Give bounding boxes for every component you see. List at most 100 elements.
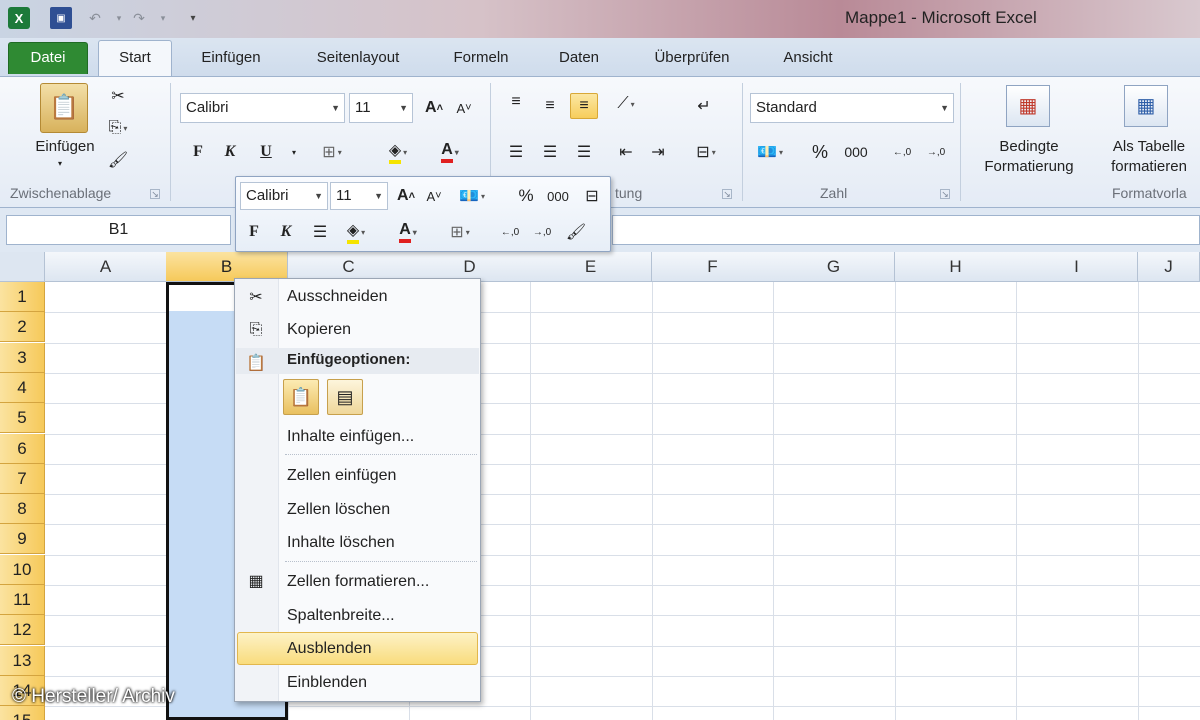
column-header-h[interactable]: H bbox=[895, 252, 1017, 282]
row-header-8[interactable]: 8 bbox=[0, 494, 45, 525]
format-as-table-label-1[interactable]: Als Tabelle bbox=[1094, 137, 1200, 157]
column-header-f[interactable]: F bbox=[652, 252, 774, 282]
alignment-launcher-icon[interactable]: ↘ bbox=[722, 189, 732, 199]
clipboard-launcher-icon[interactable]: ↘ bbox=[150, 189, 160, 199]
menu-item-paste-special[interactable]: Inhalte einfügen... bbox=[287, 427, 414, 447]
format-painter-icon[interactable]: 🖌 bbox=[104, 147, 132, 173]
cut-icon[interactable]: ✂ bbox=[104, 83, 132, 109]
mini-borders-icon[interactable]: ⊞ ▾ bbox=[446, 219, 474, 245]
underline-dropdown-icon[interactable]: ▾ bbox=[280, 139, 308, 165]
decrease-indent-icon[interactable]: ⇤ bbox=[612, 139, 640, 165]
select-all-corner[interactable] bbox=[0, 252, 45, 282]
font-family-combo[interactable]: Calibri ▼ bbox=[180, 93, 345, 123]
bold-button[interactable]: F bbox=[184, 139, 212, 165]
format-as-table-label-2[interactable]: formatieren bbox=[1094, 157, 1200, 177]
align-center-icon[interactable]: ☰ bbox=[536, 139, 564, 165]
tab-ueberpruefen[interactable]: Überprüfen bbox=[634, 46, 750, 76]
conditional-formatting-label-2[interactable]: Formatierung bbox=[968, 157, 1090, 177]
align-middle-icon[interactable]: ≡ bbox=[536, 93, 564, 119]
mini-font-size-combo[interactable]: 11 ▼ bbox=[330, 182, 388, 210]
tab-einfuegen[interactable]: Einfügen bbox=[186, 46, 276, 76]
column-header-a[interactable]: A bbox=[45, 252, 167, 282]
conditional-formatting-icon[interactable]: ▦ bbox=[1006, 85, 1050, 127]
tab-ansicht[interactable]: Ansicht bbox=[768, 46, 848, 76]
mini-increase-decimal-icon[interactable]: ←,0 bbox=[496, 219, 524, 245]
tab-formeln[interactable]: Formeln bbox=[438, 46, 524, 76]
undo-dropdown-icon[interactable]: ▾ bbox=[108, 7, 130, 29]
menu-item-hide[interactable]: Ausblenden bbox=[287, 639, 372, 659]
row-header-10[interactable]: 10 bbox=[0, 554, 45, 585]
menu-item-copy[interactable]: Kopieren bbox=[287, 320, 351, 340]
mini-font-family-combo[interactable]: Calibri ▼ bbox=[240, 182, 328, 210]
copy-icon[interactable]: ⎘ ▾ bbox=[104, 115, 132, 141]
mini-grow-font-icon[interactable]: A ˄ bbox=[392, 183, 420, 209]
row-header-2[interactable]: 2 bbox=[0, 312, 45, 343]
menu-item-cut[interactable]: Ausschneiden bbox=[287, 287, 388, 307]
orientation-icon[interactable]: ⟋ ▾ bbox=[612, 91, 640, 117]
row-header-4[interactable]: 4 bbox=[0, 372, 45, 403]
align-bottom-icon[interactable]: ≡ bbox=[570, 93, 598, 119]
mini-font-color-icon[interactable]: A ▾ bbox=[394, 219, 422, 245]
mini-format-painter-icon[interactable]: 🖌 bbox=[562, 219, 590, 245]
column-header-e[interactable]: E bbox=[530, 252, 652, 282]
mini-merge-icon[interactable]: ⊟ bbox=[578, 183, 606, 209]
row-header-5[interactable]: 5 bbox=[0, 403, 45, 434]
mini-thousands-button[interactable]: 000 bbox=[542, 183, 574, 209]
mini-center-icon[interactable]: ☰ bbox=[306, 219, 334, 245]
currency-icon[interactable]: 💶 ▾ bbox=[756, 139, 784, 165]
number-format-combo[interactable]: Standard ▼ bbox=[750, 93, 954, 123]
thousands-button[interactable]: 000 bbox=[840, 139, 872, 165]
shrink-font-icon[interactable]: A ˅ bbox=[450, 95, 478, 121]
grow-font-icon[interactable]: A ˄ bbox=[420, 95, 448, 121]
row-header-12[interactable]: 12 bbox=[0, 615, 45, 646]
paste-keep-format-icon[interactable]: 📋 bbox=[283, 379, 319, 415]
conditional-formatting-label-1[interactable]: Bedingte bbox=[968, 137, 1090, 157]
excel-logo-icon[interactable]: X bbox=[8, 7, 30, 29]
column-header-i[interactable]: I bbox=[1016, 252, 1138, 282]
mini-fill-color-icon[interactable]: ◈ ▾ bbox=[342, 219, 370, 245]
align-top-icon[interactable]: ≡ bbox=[502, 89, 530, 115]
format-as-table-icon[interactable]: ▦ bbox=[1124, 85, 1168, 127]
fill-color-icon[interactable]: ◈ ▾ bbox=[384, 139, 412, 165]
paste-values-icon[interactable]: ▤ bbox=[327, 379, 363, 415]
undo-icon[interactable]: ↶ bbox=[84, 7, 106, 29]
menu-item-format-cells[interactable]: Zellen formatieren... bbox=[287, 572, 429, 592]
name-box[interactable]: B1 bbox=[6, 215, 231, 245]
column-header-g[interactable]: G bbox=[773, 252, 895, 282]
paste-icon[interactable]: 📋 bbox=[40, 83, 88, 133]
row-header-7[interactable]: 7 bbox=[0, 463, 45, 494]
font-color-icon[interactable]: A ▾ bbox=[436, 139, 464, 165]
mini-percent-button[interactable]: % bbox=[512, 183, 540, 209]
increase-decimal-icon[interactable]: ←,0 bbox=[888, 139, 916, 165]
mini-bold-button[interactable]: F bbox=[240, 219, 268, 245]
decrease-decimal-icon[interactable]: →,0 bbox=[922, 139, 950, 165]
row-header-6[interactable]: 6 bbox=[0, 433, 45, 464]
row-header-11[interactable]: 11 bbox=[0, 585, 45, 615]
mini-italic-button[interactable]: K bbox=[272, 219, 300, 245]
number-launcher-icon[interactable]: ↘ bbox=[940, 189, 950, 199]
paste-button-label[interactable]: Einfügen bbox=[20, 137, 110, 157]
worksheet-grid[interactable]: ABCDEFGHIJ 123456789101112131415 bbox=[0, 252, 1200, 720]
merge-center-icon[interactable]: ⊟ ▾ bbox=[692, 139, 720, 165]
menu-item-insert-cells[interactable]: Zellen einfügen bbox=[287, 466, 396, 486]
underline-button[interactable]: U bbox=[252, 139, 280, 165]
row-header-3[interactable]: 3 bbox=[0, 342, 45, 373]
row-header-9[interactable]: 9 bbox=[0, 524, 45, 555]
paste-dropdown-icon[interactable]: ▾ bbox=[58, 159, 62, 168]
tab-datei[interactable]: Datei bbox=[8, 42, 88, 74]
italic-button[interactable]: K bbox=[216, 139, 244, 165]
row-header-1[interactable]: 1 bbox=[0, 282, 45, 312]
column-header-j[interactable]: J bbox=[1138, 252, 1200, 282]
menu-item-delete-cells[interactable]: Zellen löschen bbox=[287, 500, 390, 520]
redo-icon[interactable]: ↷ bbox=[128, 7, 150, 29]
mini-shrink-font-icon[interactable]: A ˅ bbox=[420, 183, 448, 209]
borders-icon[interactable]: ⊞ ▾ bbox=[318, 139, 346, 165]
row-header-15[interactable]: 15 bbox=[0, 706, 45, 720]
increase-indent-icon[interactable]: ⇥ bbox=[644, 139, 672, 165]
mini-currency-icon[interactable]: 💶 ▾ bbox=[458, 183, 486, 209]
percent-button[interactable]: % bbox=[806, 139, 834, 165]
font-size-combo[interactable]: 11 ▼ bbox=[349, 93, 413, 123]
align-left-icon[interactable]: ☰ bbox=[502, 139, 530, 165]
tab-daten[interactable]: Daten bbox=[544, 46, 614, 76]
menu-item-column-width[interactable]: Spaltenbreite... bbox=[287, 606, 395, 626]
